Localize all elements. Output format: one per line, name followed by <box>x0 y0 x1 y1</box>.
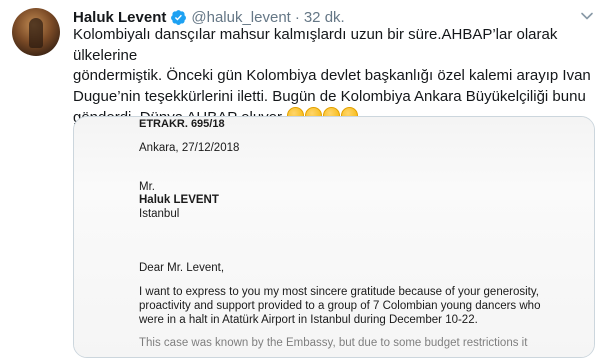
attached-photo[interactable]: ETRAKR. 695/18 Ankara, 27/12/2018 Mr. Ha… <box>73 116 595 358</box>
verified-badge-icon <box>171 9 187 25</box>
timestamp[interactable]: 32 dk. <box>304 9 345 26</box>
letter-reference: ETRAKR. 695/18 <box>139 118 225 130</box>
chevron-down-icon[interactable] <box>580 9 594 23</box>
letter-body-line: were in a halt in Atatürk Airport in Ist… <box>139 314 478 326</box>
letter-cut-line: This case was known by the Embassy, but … <box>139 337 528 349</box>
letter-date: Ankara, 27/12/2018 <box>139 142 240 154</box>
recipient-name: Haluk LEVENT <box>139 194 219 206</box>
letter-body: I want to express to you my most sincere… <box>139 285 589 327</box>
recipient-city: Istanbul <box>139 208 180 220</box>
letter-document: ETRAKR. 695/18 Ankara, 27/12/2018 Mr. Ha… <box>74 117 594 357</box>
tweet-text: Kolombiyalı dansçılar mahsur kalmışlardı… <box>73 25 598 129</box>
author-handle[interactable]: @haluk_levent <box>191 9 290 26</box>
tweet-header: Haluk Levent @haluk_levent · 32 dk. <box>73 7 345 27</box>
avatar-figure <box>29 18 43 48</box>
separator-dot: · <box>294 8 300 26</box>
tweet[interactable]: Haluk Levent @haluk_levent · 32 dk. Kolo… <box>0 0 606 358</box>
letter-body-line: proactivity and support provided to a gr… <box>139 300 541 312</box>
recipient-title: Mr. <box>139 181 155 193</box>
letter-salutation: Dear Mr. Levent, <box>139 262 225 274</box>
letter-body-line: I want to express to you my most sincere… <box>139 286 539 298</box>
avatar[interactable] <box>12 8 60 56</box>
author-name[interactable]: Haluk Levent <box>73 9 166 26</box>
